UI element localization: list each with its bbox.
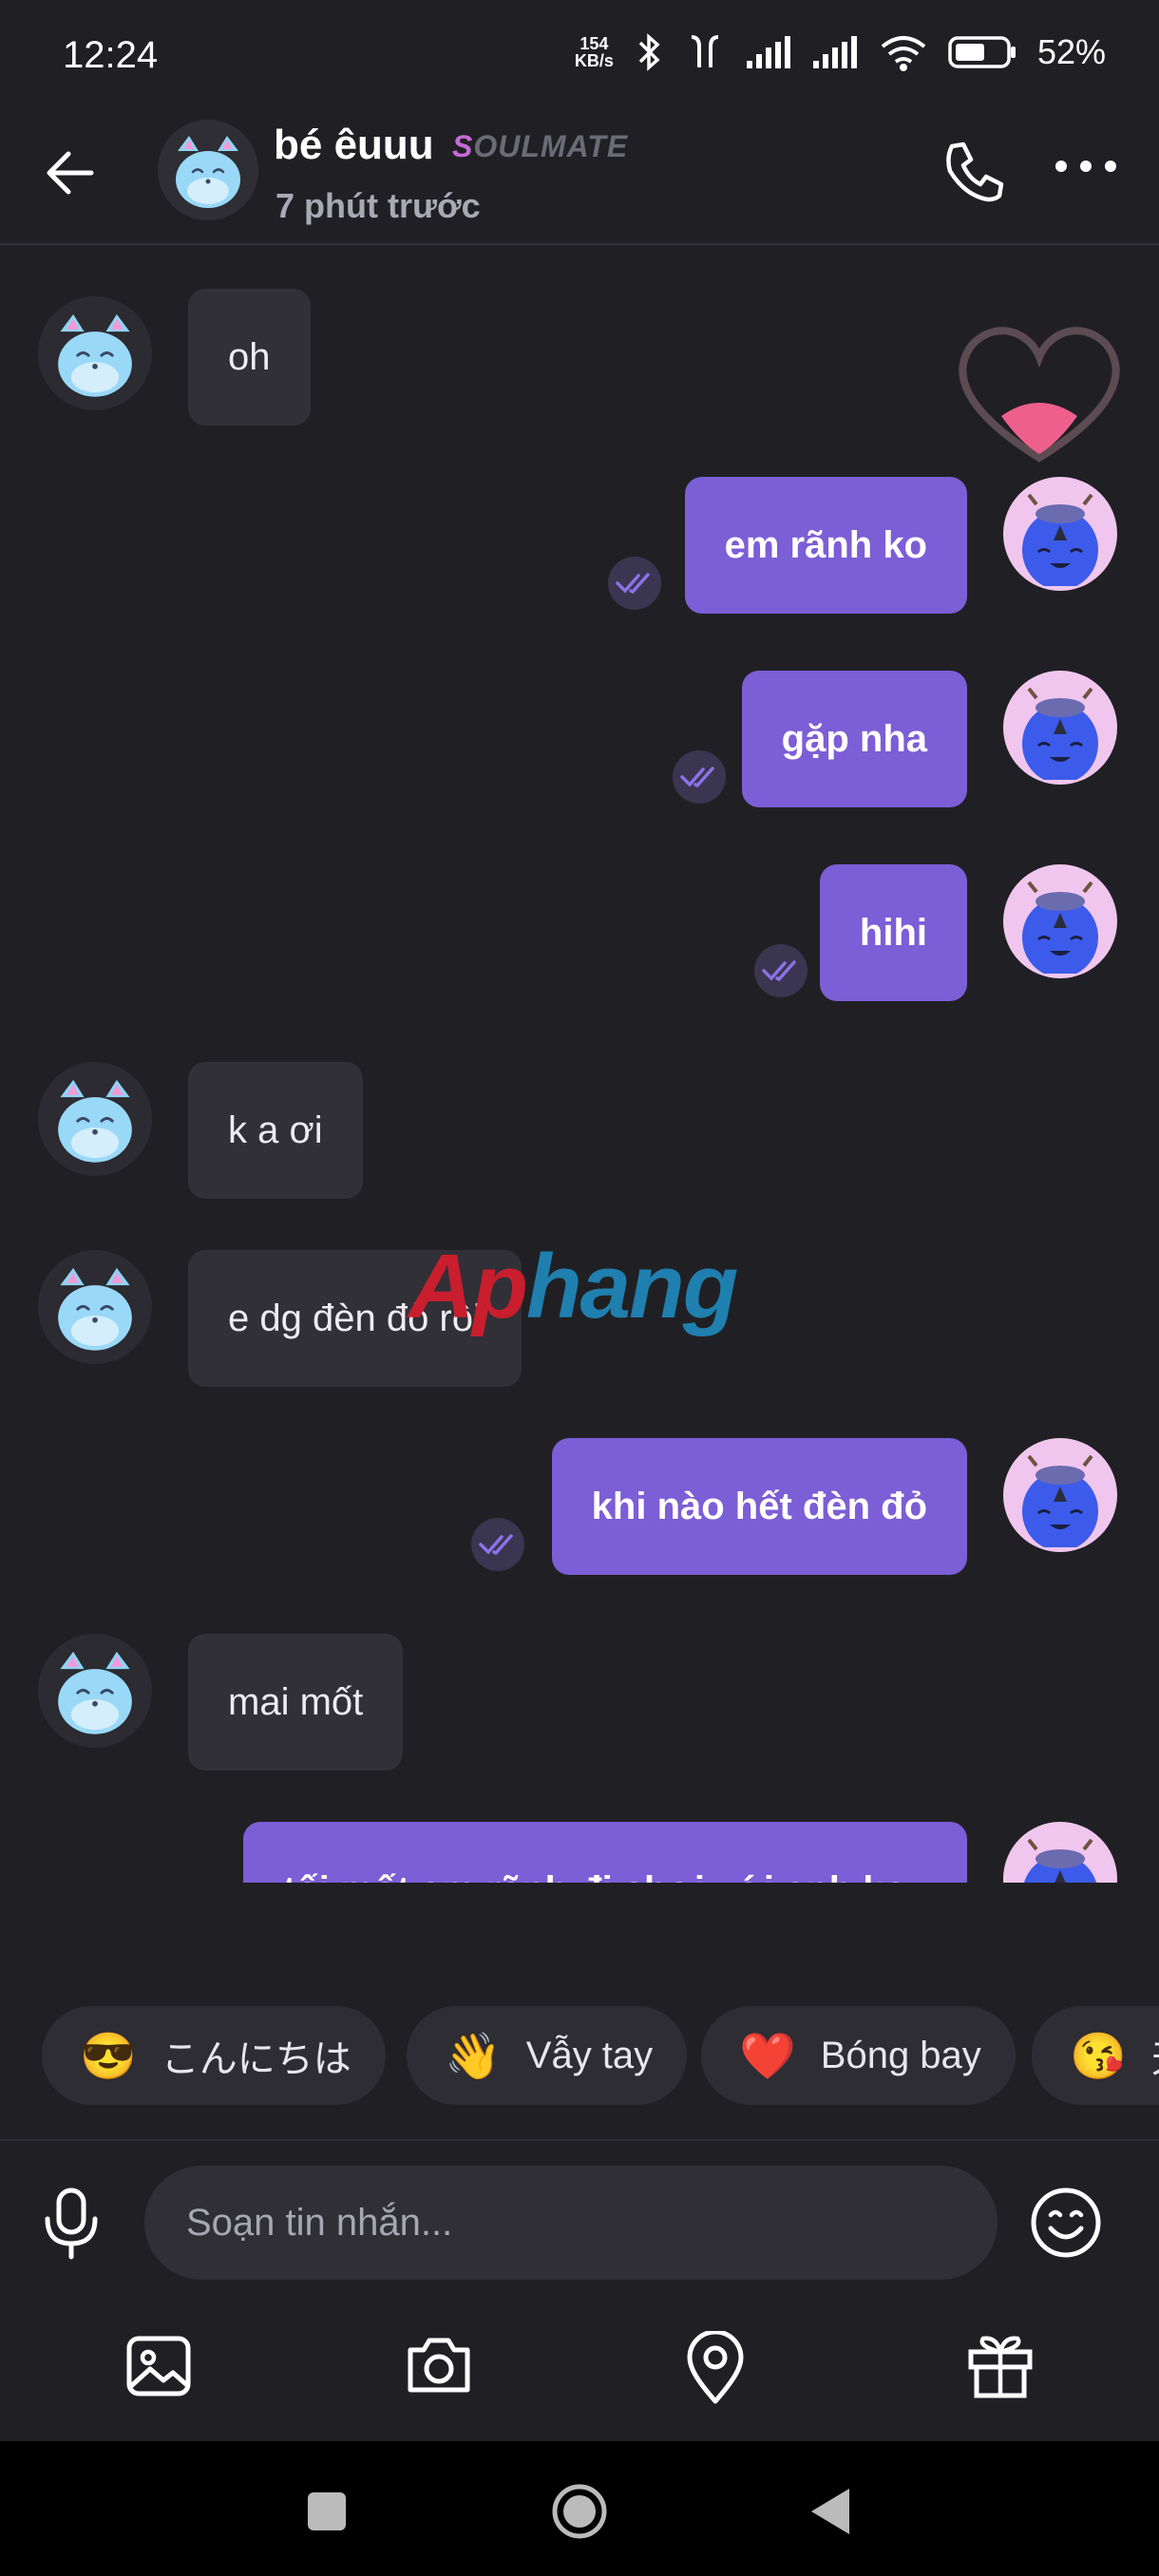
signal-icon-2 <box>812 36 857 68</box>
my-avatar[interactable] <box>1003 1438 1117 1552</box>
contact-avatar[interactable] <box>38 1062 152 1176</box>
gift-icon <box>968 2336 1033 2398</box>
arrow-left-icon <box>47 151 94 195</box>
cat-avatar-icon <box>176 136 240 208</box>
bluetooth-icon <box>638 33 660 71</box>
gallery-button[interactable] <box>124 2331 194 2406</box>
back-triangle-icon <box>811 2489 849 2534</box>
contact-name: bé êuuu <box>274 122 434 168</box>
my-avatar[interactable] <box>1003 1822 1117 1883</box>
red-heart-emoji-icon: ❤️ <box>739 2031 796 2082</box>
blue-monster-avatar-icon <box>1022 1454 1098 1547</box>
contact-avatar[interactable] <box>38 1250 152 1364</box>
quick-reply-chip[interactable]: 😎 こんにちは <box>42 2006 386 2105</box>
microphone-icon <box>45 2188 98 2260</box>
blue-monster-avatar-icon <box>1022 881 1098 974</box>
back-nav-button[interactable] <box>808 2487 851 2541</box>
message-bubble-received[interactable]: oh <box>188 289 311 426</box>
message-bubble-sent[interactable]: tối mốt em rãnh đi chơi với anh ko <box>243 1822 967 1883</box>
status-icons: 154 KB/s 52% <box>575 32 1106 72</box>
emoji-button[interactable] <box>1028 2185 1104 2265</box>
camera-button[interactable] <box>403 2331 475 2402</box>
gift-button[interactable] <box>965 2331 1036 2406</box>
waving-hand-emoji-icon: 👋 <box>445 2031 502 2082</box>
my-avatar[interactable] <box>1003 864 1117 978</box>
more-options-button[interactable] <box>1054 160 1117 173</box>
location-pin-icon <box>687 2329 744 2404</box>
more-dots-icon <box>1055 161 1116 172</box>
my-avatar[interactable] <box>1003 477 1117 591</box>
cat-avatar-icon <box>58 1267 132 1351</box>
watermark-logo: Aphang <box>408 1236 738 1337</box>
phone-icon <box>946 142 1004 202</box>
network-speed: 154 KB/s <box>574 34 614 70</box>
signal-icon <box>746 36 790 68</box>
message-list[interactable]: oh em rãnh ko gặp nha hihi k a ơi e dg đ… <box>0 245 1159 1883</box>
heart-icon[interactable] <box>944 315 1134 477</box>
back-button[interactable] <box>42 144 99 201</box>
battery-icon <box>948 36 1016 68</box>
wifi-icon <box>881 36 926 71</box>
last-seen: 7 phút trước <box>276 186 481 225</box>
blue-monster-avatar-icon <box>1023 1838 1097 1883</box>
smiley-icon <box>1031 2188 1101 2258</box>
blue-monster-avatar-icon <box>1022 493 1098 586</box>
recent-apps-button[interactable] <box>306 2491 348 2537</box>
wink-kiss-emoji-icon: 😘 <box>1070 2031 1127 2082</box>
message-bubble-received[interactable]: k a ơi <box>188 1062 363 1199</box>
message-bubble-sent[interactable]: gặp nha <box>741 671 967 807</box>
message-bubble-received[interactable]: mai mốt <box>188 1634 404 1771</box>
message-input[interactable] <box>144 2166 998 2280</box>
call-button[interactable] <box>939 139 1005 205</box>
image-icon <box>126 2336 191 2396</box>
read-receipt-icon <box>608 557 661 610</box>
quick-reply-chip[interactable]: 👋 Vẫy tay <box>407 2006 688 2105</box>
quick-reply-chip[interactable]: ❤️ Bóng bay <box>701 2006 1016 2105</box>
message-bubble-sent[interactable]: em rãnh ko <box>684 477 967 614</box>
blue-monster-avatar-icon <box>1022 687 1098 780</box>
read-receipt-icon <box>754 944 808 997</box>
earbuds-icon <box>691 35 719 67</box>
contact-avatar[interactable] <box>38 1634 152 1748</box>
quick-reply-chip[interactable]: 😘 天 <box>1032 2006 1159 2105</box>
home-circle-icon <box>552 2484 607 2539</box>
clock: 12:24 <box>63 34 159 76</box>
attachment-toolbar <box>0 2329 1159 2445</box>
message-bubble-sent[interactable]: hihi <box>819 864 967 1001</box>
chat-header: bé êuuu SOULMATE 7 phút trước <box>0 106 1159 245</box>
cat-avatar-icon <box>58 1079 132 1163</box>
status-bar: 12:24 154 KB/s 52% <box>0 0 1159 106</box>
camera-icon <box>408 2338 470 2393</box>
quick-reply-bar[interactable]: 😎 こんにちは 👋 Vẫy tay ❤️ Bóng bay 😘 天 <box>0 2006 1159 2105</box>
location-button[interactable] <box>684 2329 747 2410</box>
soulmate-badge: SOULMATE <box>452 129 629 163</box>
contact-avatar[interactable] <box>38 296 152 410</box>
read-receipt-icon <box>673 750 726 804</box>
cat-avatar-icon <box>58 313 132 397</box>
message-bubble-sent[interactable]: khi nào hết đèn đỏ <box>551 1438 967 1575</box>
home-button[interactable] <box>551 2483 608 2545</box>
system-navigation-bar <box>0 2441 1159 2576</box>
read-receipt-icon <box>471 1518 524 1571</box>
contact-avatar[interactable] <box>158 120 258 220</box>
cat-avatar-icon <box>58 1651 132 1734</box>
square-icon <box>308 2492 346 2530</box>
voice-message-button[interactable] <box>40 2185 103 2265</box>
my-avatar[interactable] <box>1003 671 1117 785</box>
sun-sunglasses-emoji-icon: 😎 <box>80 2031 137 2082</box>
battery-level: 52% <box>1036 32 1106 71</box>
